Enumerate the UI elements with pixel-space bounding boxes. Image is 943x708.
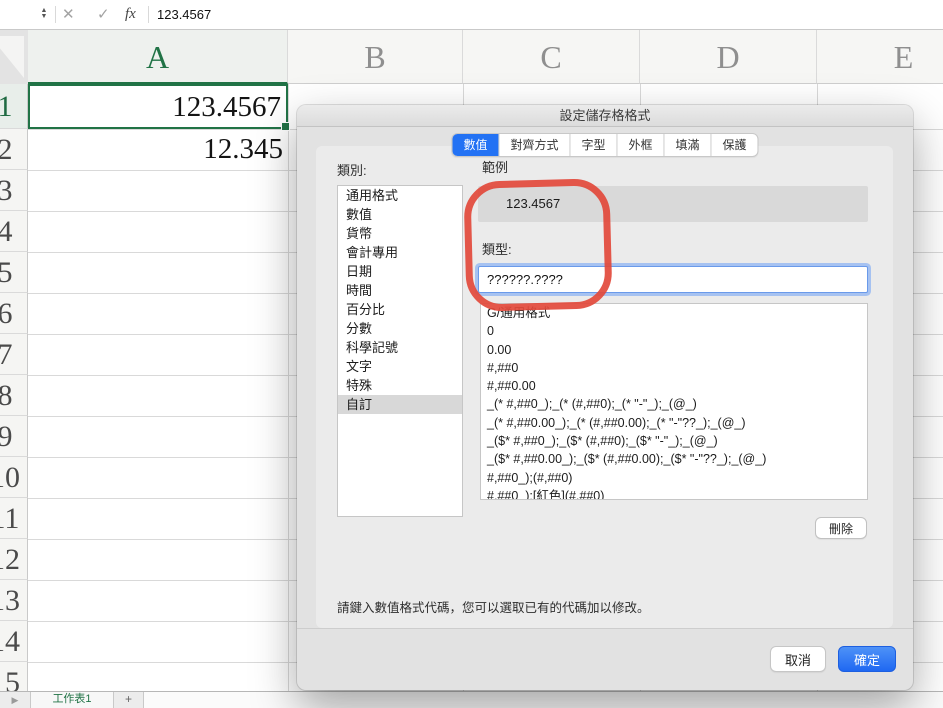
delete-button[interactable]: 刪除: [815, 517, 867, 539]
tab-外框[interactable]: 外框: [616, 134, 664, 156]
insert-function-icon[interactable]: fx: [125, 0, 136, 29]
row-header-6[interactable]: 6: [0, 293, 28, 334]
divider: [148, 6, 149, 23]
cancel-entry-icon[interactable]: ✕: [62, 0, 75, 29]
tab-對齊方式[interactable]: 對齊方式: [498, 134, 569, 156]
row-header-12[interactable]: 12: [0, 539, 28, 580]
format-code-item-5[interactable]: #,##0.00: [481, 377, 867, 395]
format-code-item-8[interactable]: _($* #,##0_);_($* (#,##0);_($* "-"_);_(@…: [481, 432, 867, 450]
formula-bar: ▲ ▼ ✕ ✓ fx 123.4567: [0, 0, 943, 30]
cell-A2-value: 12.345: [203, 133, 283, 165]
cell-A1[interactable]: 123.4567: [28, 84, 290, 131]
format-code-item-9[interactable]: _($* #,##0.00_);_($* (#,##0.00);_($* "-"…: [481, 450, 867, 468]
category-item-科學記號[interactable]: 科學記號: [338, 338, 462, 357]
category-item-通用格式[interactable]: 通用格式: [338, 186, 462, 205]
category-item-日期[interactable]: 日期: [338, 262, 462, 281]
category-item-分數[interactable]: 分數: [338, 319, 462, 338]
fill-handle[interactable]: [281, 122, 290, 131]
column-header-D[interactable]: D: [640, 30, 817, 84]
category-item-會計專用[interactable]: 會計專用: [338, 243, 462, 262]
row-header-7[interactable]: 7: [0, 334, 28, 375]
add-sheet-button[interactable]: +: [114, 692, 144, 708]
category-list[interactable]: 通用格式 數值 貨幣 會計專用 日期 時間 百分比 分數 科學記號 文字 特殊 自訂: [337, 185, 463, 517]
dialog-titlebar[interactable]: 設定儲存格格式: [297, 105, 913, 127]
format-code-item-11[interactable]: #,##0_);[紅色](#,##0): [481, 487, 867, 499]
divider: [297, 628, 913, 629]
row-header-5[interactable]: 5: [0, 252, 28, 293]
row-header-3[interactable]: 3: [0, 170, 28, 211]
dialog-tab-bar: 數值 對齊方式 字型 外框 填滿 保護: [451, 133, 759, 157]
ok-button[interactable]: 確定: [838, 646, 896, 672]
tab-字型[interactable]: 字型: [569, 134, 616, 156]
cancel-button[interactable]: 取消: [770, 646, 826, 672]
row-header-1[interactable]: 1: [0, 84, 28, 129]
category-item-特殊[interactable]: 特殊: [338, 376, 462, 395]
tab-數值[interactable]: 數值: [452, 134, 499, 156]
category-item-百分比[interactable]: 百分比: [338, 300, 462, 319]
column-header-C[interactable]: C: [463, 30, 640, 84]
format-code-item-6[interactable]: _(* #,##0_);_(* (#,##0);_(* "-"_);_(@_): [481, 395, 867, 413]
divider: [55, 6, 56, 23]
dialog-title: 設定儲存格格式: [559, 108, 651, 123]
row-header-10[interactable]: 10: [0, 457, 28, 498]
help-text: 請鍵入數值格式代碼，您可以選取已有的代碼加以修改。: [337, 601, 650, 615]
tab-保護[interactable]: 保護: [710, 134, 758, 156]
select-all-corner[interactable]: [0, 30, 29, 85]
sheet-nav-arrow-icon[interactable]: ▶: [0, 692, 30, 708]
cell-A1-value: 123.4567: [172, 91, 281, 123]
format-cells-dialog: 設定儲存格格式 數值 對齊方式 字型 外框 填滿 保護 類別: 通用格式 數值 貨幣 會計專用日…: [297, 105, 913, 690]
sheet-tab-bar: ▶ 工作表1 +: [0, 691, 943, 708]
category-item-數值[interactable]: 數值: [338, 205, 462, 224]
row-header-14[interactable]: 14: [0, 621, 28, 662]
name-box-stepper[interactable]: ▲ ▼: [36, 3, 52, 25]
format-code-item-3[interactable]: 0.00: [481, 341, 867, 359]
row-header-9[interactable]: 9: [0, 416, 28, 457]
category-item-貨幣[interactable]: 貨幣: [338, 224, 462, 243]
tab-填滿[interactable]: 填滿: [663, 134, 711, 156]
category-item-文字[interactable]: 文字: [338, 357, 462, 376]
format-code-item-10[interactable]: #,##0_);(#,##0): [481, 469, 867, 487]
sheet-tab-worksheet1[interactable]: 工作表1: [30, 692, 114, 708]
select-all-triangle-icon: [0, 36, 24, 78]
format-code-list[interactable]: G/通用格式 0 0.00 #,##0 #,##0.00 _(* #,##0_);_(* …: [480, 303, 868, 500]
stepper-down-icon[interactable]: ▼: [41, 13, 48, 20]
accept-entry-icon[interactable]: ✓: [97, 0, 110, 29]
category-label: 類別:: [337, 163, 367, 178]
row-header-8[interactable]: 8: [0, 375, 28, 416]
red-annotation-circle: [463, 178, 613, 312]
column-header-A[interactable]: A: [28, 30, 288, 84]
formula-input[interactable]: 123.4567: [157, 0, 211, 29]
cell-A2[interactable]: 12.345: [28, 129, 288, 170]
gridline: [288, 84, 289, 691]
row-header-2[interactable]: 2: [0, 129, 28, 170]
sample-label: 範例: [482, 160, 509, 175]
row-header-11[interactable]: 11: [0, 498, 28, 539]
format-code-item-2[interactable]: 0: [481, 322, 867, 340]
row-header-4[interactable]: 4: [0, 211, 28, 252]
format-code-item-7[interactable]: _(* #,##0.00_);_(* (#,##0.00);_(* "-"??_…: [481, 414, 867, 432]
category-item-自訂[interactable]: 自訂: [338, 395, 462, 414]
row-header-13[interactable]: 13: [0, 580, 28, 621]
column-header-B[interactable]: B: [288, 30, 463, 84]
format-code-item-4[interactable]: #,##0: [481, 359, 867, 377]
category-item-時間[interactable]: 時間: [338, 281, 462, 300]
column-header-E[interactable]: E: [817, 30, 943, 84]
